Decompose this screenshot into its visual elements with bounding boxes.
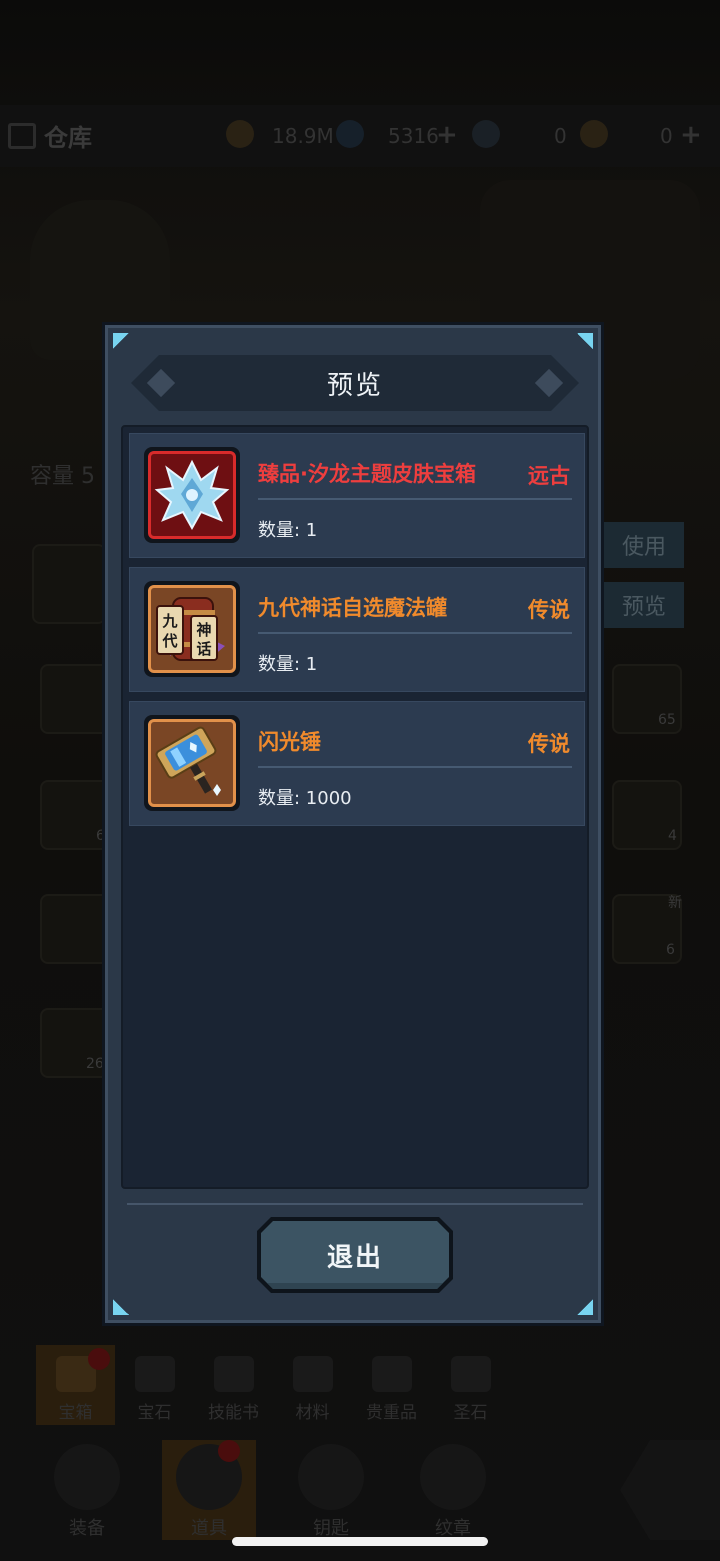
exit-button-label[interactable]: 退出 — [261, 1221, 449, 1289]
tab-skillbook[interactable]: 技能书 — [194, 1345, 273, 1425]
token-icon — [580, 120, 608, 148]
tab-label: 技能书 — [208, 1403, 259, 1423]
divider — [258, 766, 572, 768]
tab-gem[interactable]: 宝石 — [115, 1345, 194, 1425]
tab-label: 宝石 — [137, 1403, 172, 1423]
emblem-icon — [420, 1444, 486, 1510]
notification-badge — [88, 1348, 110, 1370]
book-icon — [213, 1356, 254, 1392]
add-crystal-button[interactable]: + — [436, 120, 458, 150]
tab-label: 宝箱 — [58, 1403, 93, 1423]
inventory-slot[interactable] — [40, 894, 110, 964]
slot-count: 65 — [658, 712, 676, 728]
material-icon — [292, 1356, 333, 1392]
capacity-label: 容量 5 — [30, 464, 95, 489]
tab-label: 材料 — [295, 1403, 330, 1423]
swords-icon — [54, 1444, 120, 1510]
item-icon-frame — [144, 715, 240, 811]
corner-ornament — [577, 333, 593, 349]
slot-count: 6 — [666, 942, 675, 958]
gem-icon — [134, 1356, 175, 1392]
dialog-title-banner: 预览 — [131, 355, 579, 411]
new-badge: 新 — [668, 895, 682, 911]
add-token-button[interactable]: + — [680, 120, 702, 150]
nav-equipment[interactable]: 装备 — [40, 1440, 134, 1540]
item-icon-frame — [144, 447, 240, 543]
bottom-nav: 装备 道具 钥匙 纹章 — [0, 1430, 720, 1540]
jar-label-char: 九 — [161, 612, 177, 630]
tab-holystone[interactable]: 圣石 — [431, 1345, 510, 1425]
nav-emblem[interactable]: 纹章 — [406, 1440, 500, 1540]
exit-button[interactable]: 退出 — [257, 1217, 453, 1293]
slot-count: 4 — [668, 828, 677, 844]
nav-keys[interactable]: 钥匙 — [284, 1440, 378, 1540]
nav-items[interactable]: 道具 — [162, 1440, 256, 1540]
tab-material[interactable]: 材料 — [273, 1345, 352, 1425]
tab-label: 圣石 — [453, 1403, 488, 1423]
notification-badge — [218, 1440, 240, 1462]
item-name: 九代神话自选魔法罐 — [258, 596, 447, 620]
corner-ornament — [113, 1299, 129, 1315]
list-item[interactable]: 九 代 神 话 九代神话自选魔法罐 传说 数量: 1 — [129, 567, 585, 692]
token-value: 0 — [660, 124, 673, 148]
diamond-ornament-icon — [147, 369, 175, 397]
flash-hammer-icon — [148, 719, 236, 807]
warehouse-icon — [8, 122, 36, 149]
nav-label: 装备 — [69, 1518, 105, 1539]
item-quantity: 数量: 1 — [258, 520, 318, 541]
item-quantity: 数量: 1000 — [258, 788, 352, 809]
crystal-icon — [336, 120, 364, 148]
inventory-slot[interactable] — [40, 664, 110, 734]
warehouse-header: 仓库 — [8, 118, 92, 153]
item-quantity: 数量: 1 — [258, 654, 318, 675]
dialog-title: 预览 — [326, 370, 383, 401]
scroll-value: 0 — [554, 124, 567, 148]
item-name: 闪光锤 — [258, 730, 321, 754]
jar-label-char: 代 — [161, 632, 177, 650]
item-rarity: 远古 — [528, 464, 570, 488]
valuables-icon — [371, 1356, 412, 1392]
warehouse-label: 仓库 — [44, 124, 92, 152]
coin-icon — [226, 120, 254, 148]
list-item[interactable]: 闪光锤 传说 数量: 1000 — [129, 701, 585, 826]
jar-label-char: 神 — [196, 621, 211, 639]
corner-ornament — [577, 1299, 593, 1315]
reward-list[interactable]: 臻品·汐龙主题皮肤宝箱 远古 数量: 1 九 代 神 话 九代神话自选魔法罐 传… — [121, 425, 589, 1189]
tab-label: 贵重品 — [366, 1403, 417, 1423]
use-button[interactable]: 使用 — [604, 522, 684, 568]
list-item[interactable]: 臻品·汐龙主题皮肤宝箱 远古 数量: 1 — [129, 433, 585, 558]
inventory-slot[interactable] — [32, 544, 106, 624]
dragon-skin-chest-icon — [148, 451, 236, 539]
divider — [258, 632, 572, 634]
jar-label-char: 话 — [196, 640, 211, 658]
diamond-ornament-icon — [535, 369, 563, 397]
item-name: 臻品·汐龙主题皮肤宝箱 — [258, 462, 476, 486]
key-icon — [298, 1444, 364, 1510]
divider — [127, 1203, 583, 1205]
home-indicator[interactable] — [232, 1537, 488, 1546]
game-screen: 仓库 18.9M 5316 + 0 0 + 容量 5 使用 预览 65 6 4 … — [0, 0, 720, 1561]
corner-ornament — [113, 333, 129, 349]
preview-dialog: 预览 臻品·汐龙主题皮肤宝箱 远古 数量: 1 九 代 神 话 九代神话自选魔法… — [102, 322, 604, 1326]
item-rarity: 传说 — [528, 732, 570, 756]
item-icon-frame: 九 代 神 话 — [144, 581, 240, 677]
divider — [258, 498, 572, 500]
holystone-icon — [450, 1356, 491, 1392]
crystal-value: 5316 — [388, 124, 439, 148]
tab-valuables[interactable]: 贵重品 — [352, 1345, 431, 1425]
scroll-icon — [472, 120, 500, 148]
coin-value: 18.9M — [272, 124, 334, 148]
magic-jar-icon: 九 代 神 话 — [148, 585, 236, 673]
nav-label: 道具 — [191, 1518, 227, 1539]
preview-button[interactable]: 预览 — [604, 582, 684, 628]
item-rarity: 传说 — [528, 598, 570, 622]
